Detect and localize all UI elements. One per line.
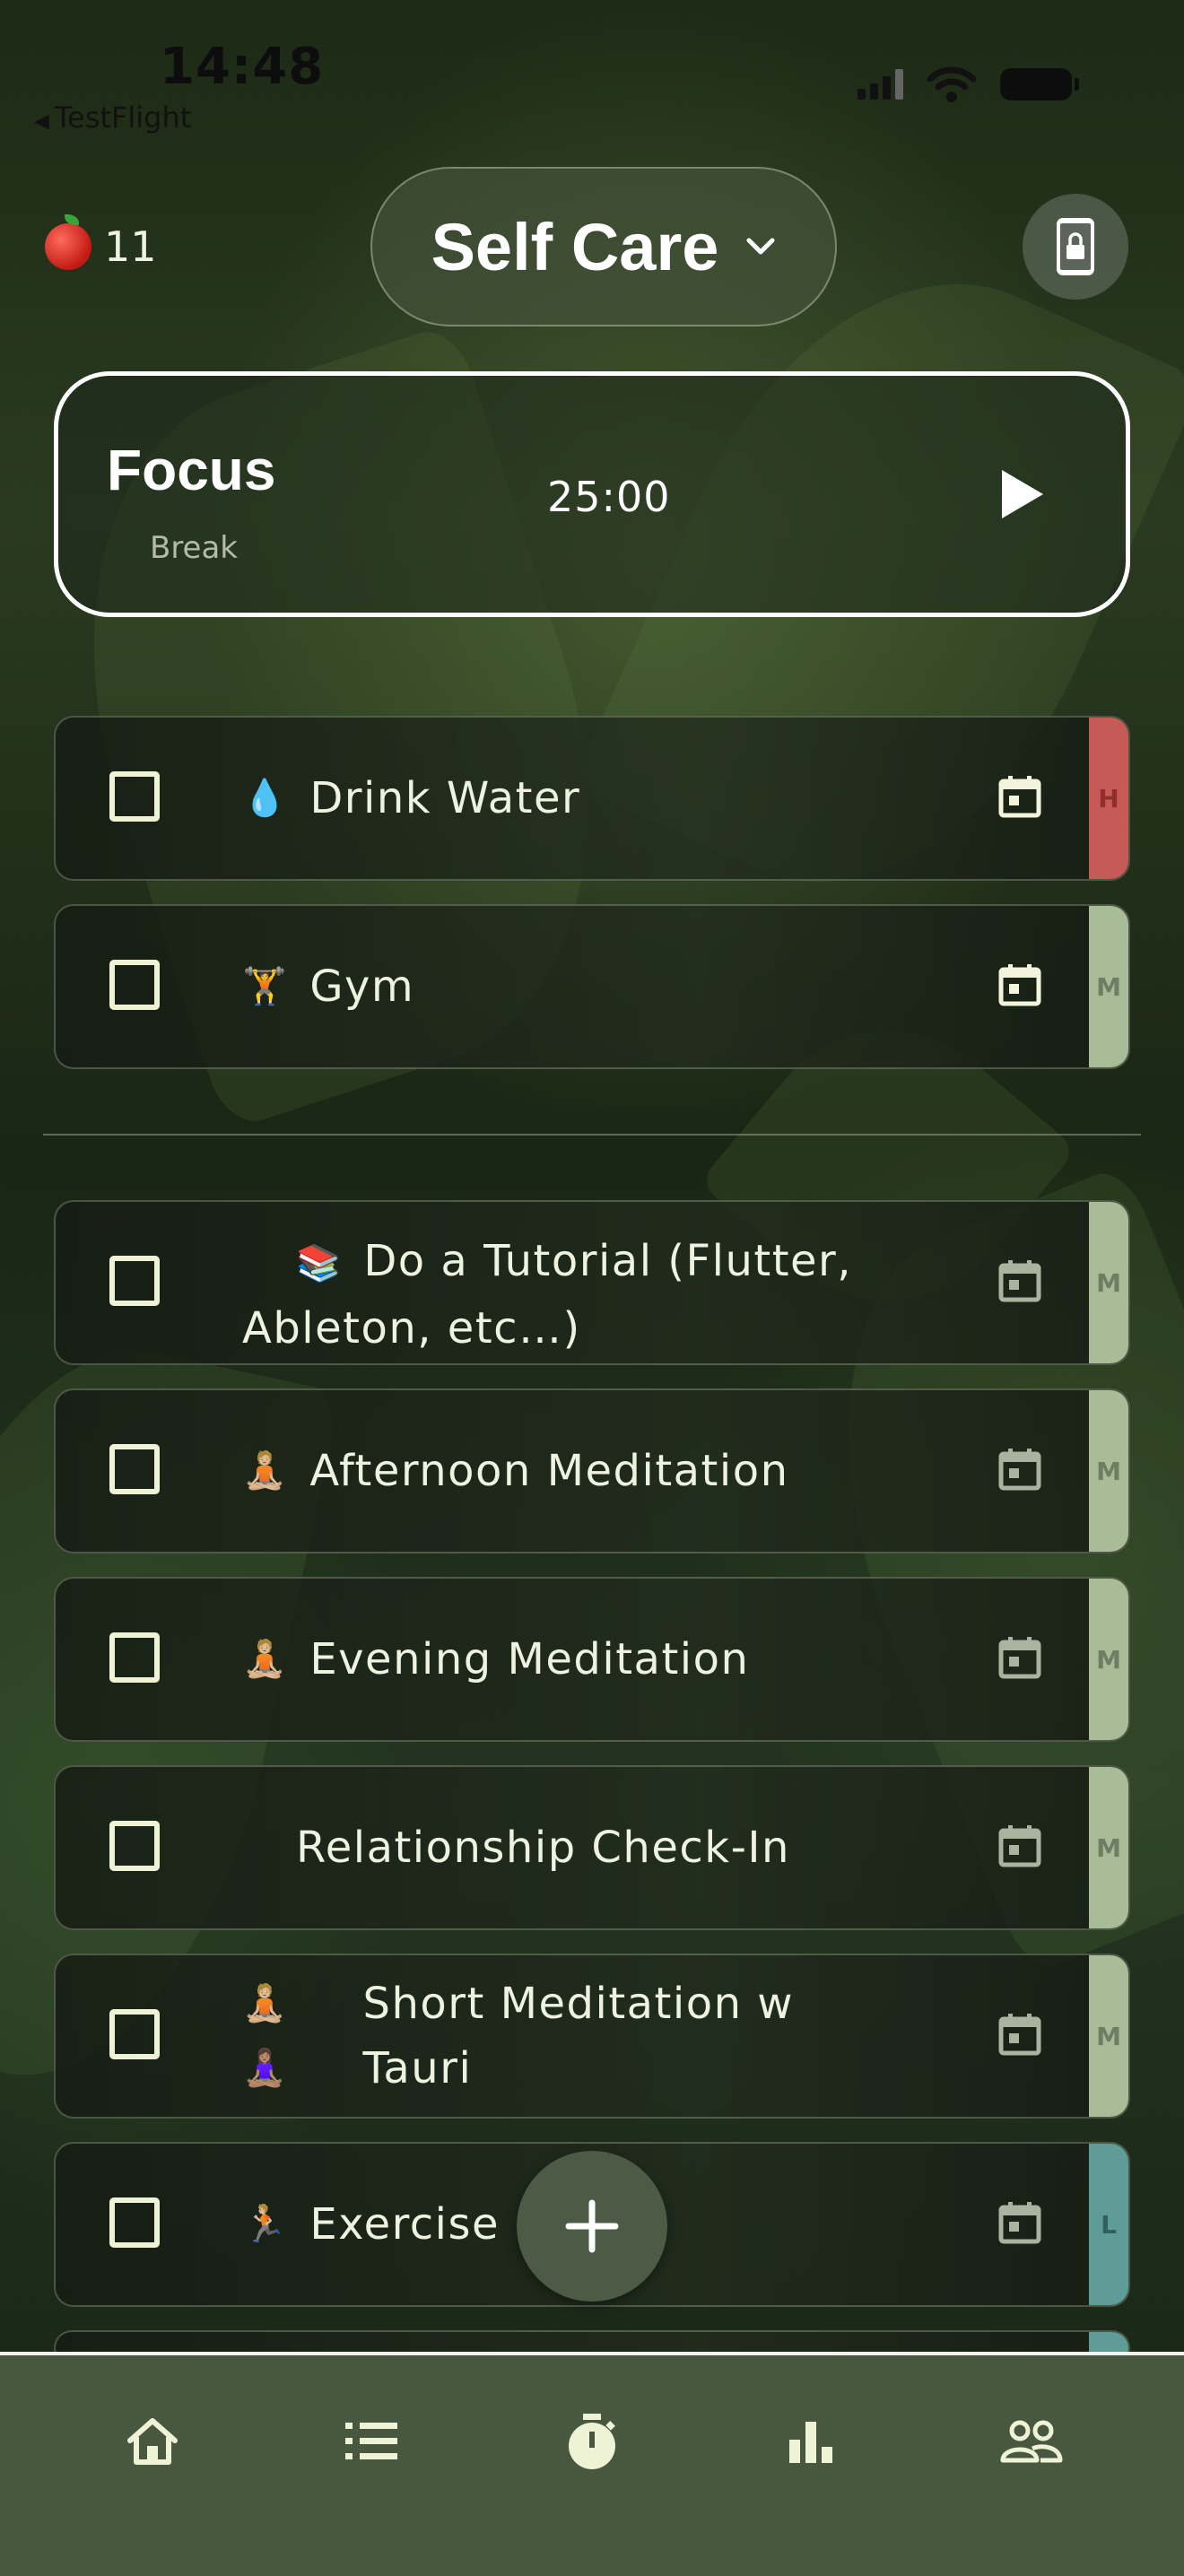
wifi-icon: [927, 66, 977, 102]
apple-icon: [45, 214, 91, 270]
add-task-button[interactable]: [517, 2151, 667, 2302]
task-label: Relationship Check-In: [296, 1767, 790, 1928]
task-title: Gym: [309, 962, 415, 1012]
task-label: 📚 Do a Tutorial (Flutter, Ableton, etc…): [242, 1229, 888, 1361]
task-emoji: 🧘🏼 🧘🏽‍♀️: [242, 1983, 289, 2089]
priority-tag: M: [1089, 1955, 1128, 2117]
bottom-navigation: [0, 2352, 1184, 2576]
home-icon: [127, 2418, 178, 2465]
task-checkbox[interactable]: [109, 1821, 160, 1871]
task-item[interactable]: 💧 Drink Water H: [54, 716, 1130, 881]
priority-tag: L: [1089, 2144, 1128, 2305]
back-to-app-link[interactable]: ◀ TestFlight: [34, 100, 191, 135]
task-item[interactable]: Relationship Check-In M: [54, 1765, 1130, 1930]
task-checkbox[interactable]: [109, 771, 160, 822]
priority-tag: H: [1089, 718, 1128, 879]
task-item[interactable]: 🏋️ Gym M: [54, 904, 1130, 1069]
task-title: Relationship Check-In: [296, 1823, 790, 1873]
focus-mode-title[interactable]: Focus: [107, 437, 275, 503]
lock-screen-button[interactable]: [1023, 194, 1128, 300]
task-label: 🧘🏼 Evening Meditation: [242, 1579, 749, 1740]
chevron-down-icon: [746, 238, 775, 255]
status-icons: [858, 66, 1079, 102]
back-app-label: TestFlight: [54, 100, 192, 135]
battery-icon: [1000, 68, 1079, 100]
calendar-icon[interactable]: [997, 1447, 1042, 1492]
task-item[interactable]: 🧘🏼 Evening Meditation M: [54, 1577, 1130, 1742]
status-time: 14:48: [160, 38, 325, 96]
task-emoji: 🧘🏼: [242, 1450, 289, 1492]
focus-mode-subtitle[interactable]: Break: [150, 530, 238, 566]
back-triangle-icon: ◀: [34, 110, 49, 133]
section-divider: [43, 1134, 1141, 1136]
task-item[interactable]: 🧘🏼 🧘🏽‍♀️ Short Meditation w Tauri M: [54, 1954, 1130, 2119]
task-item[interactable]: 📚 Do a Tutorial (Flutter, Ableton, etc…) …: [54, 1200, 1130, 1365]
list-selector-dropdown[interactable]: Self Care: [370, 167, 837, 326]
task-checkbox[interactable]: [109, 1256, 160, 1306]
task-label: 🧘🏼 Afternoon Meditation: [242, 1390, 789, 1552]
cellular-signal-icon: [858, 69, 903, 100]
task-title: Short Meditation w Tauri: [362, 1979, 795, 2093]
task-checkbox[interactable]: [109, 2009, 160, 2059]
focus-timer-card: Focus Break 25:00: [54, 371, 1130, 617]
nav-list[interactable]: [335, 2406, 407, 2477]
task-title: Afternoon Meditation: [309, 1446, 789, 1496]
task-checkbox[interactable]: [109, 2197, 160, 2248]
plus-icon: [565, 2199, 619, 2253]
list-title: Self Care: [431, 209, 719, 284]
stats-icon: [789, 2422, 832, 2463]
task-label: 💧 Drink Water: [242, 718, 580, 879]
apple-counter: 11: [45, 214, 157, 271]
calendar-icon[interactable]: [997, 962, 1042, 1007]
task-emoji: 💧: [242, 778, 289, 819]
list-icon: [345, 2423, 397, 2459]
nav-stats[interactable]: [775, 2406, 847, 2477]
task-emoji: 🏃🏼: [242, 2204, 289, 2245]
calendar-icon[interactable]: [997, 1258, 1042, 1303]
play-icon: [1002, 470, 1043, 518]
focus-timer-value: 25:00: [547, 473, 671, 521]
task-emoji: 🏋️: [242, 966, 289, 1007]
calendar-icon[interactable]: [997, 1635, 1042, 1680]
priority-tag: M: [1089, 1579, 1128, 1740]
priority-tag: M: [1089, 906, 1128, 1067]
priority-tag: M: [1089, 1202, 1128, 1363]
apple-count-value: 11: [104, 222, 157, 271]
people-icon: [1000, 2420, 1063, 2463]
task-checkbox[interactable]: [109, 1444, 160, 1494]
calendar-icon[interactable]: [997, 1823, 1042, 1868]
calendar-icon[interactable]: [997, 2012, 1042, 2057]
calendar-icon[interactable]: [997, 2200, 1042, 2245]
task-title: Exercise: [309, 2199, 501, 2250]
nav-people[interactable]: [996, 2406, 1067, 2477]
play-button[interactable]: [989, 462, 1054, 527]
task-label: 🏋️ Gym: [242, 906, 414, 1067]
nav-home[interactable]: [117, 2406, 188, 2477]
priority-tag: M: [1089, 1390, 1128, 1552]
task-title: Drink Water: [309, 773, 581, 823]
task-title: Evening Meditation: [309, 1634, 750, 1684]
task-checkbox[interactable]: [109, 960, 160, 1010]
nav-timer[interactable]: [556, 2406, 628, 2477]
task-emoji: 📚: [296, 1243, 343, 1284]
task-emoji: 🧘🏼: [242, 1639, 289, 1680]
phone-lock-icon: [1057, 218, 1094, 275]
calendar-icon[interactable]: [997, 774, 1042, 819]
task-checkbox[interactable]: [109, 1632, 160, 1683]
task-label: 🧘🏼 🧘🏽‍♀️ Short Meditation w Tauri: [242, 1955, 888, 2117]
task-item[interactable]: 🧘🏼 Afternoon Meditation M: [54, 1388, 1130, 1553]
priority-tag: M: [1089, 1767, 1128, 1928]
task-label: 🏃🏼 Exercise: [242, 2144, 500, 2305]
timer-icon: [569, 2414, 615, 2469]
